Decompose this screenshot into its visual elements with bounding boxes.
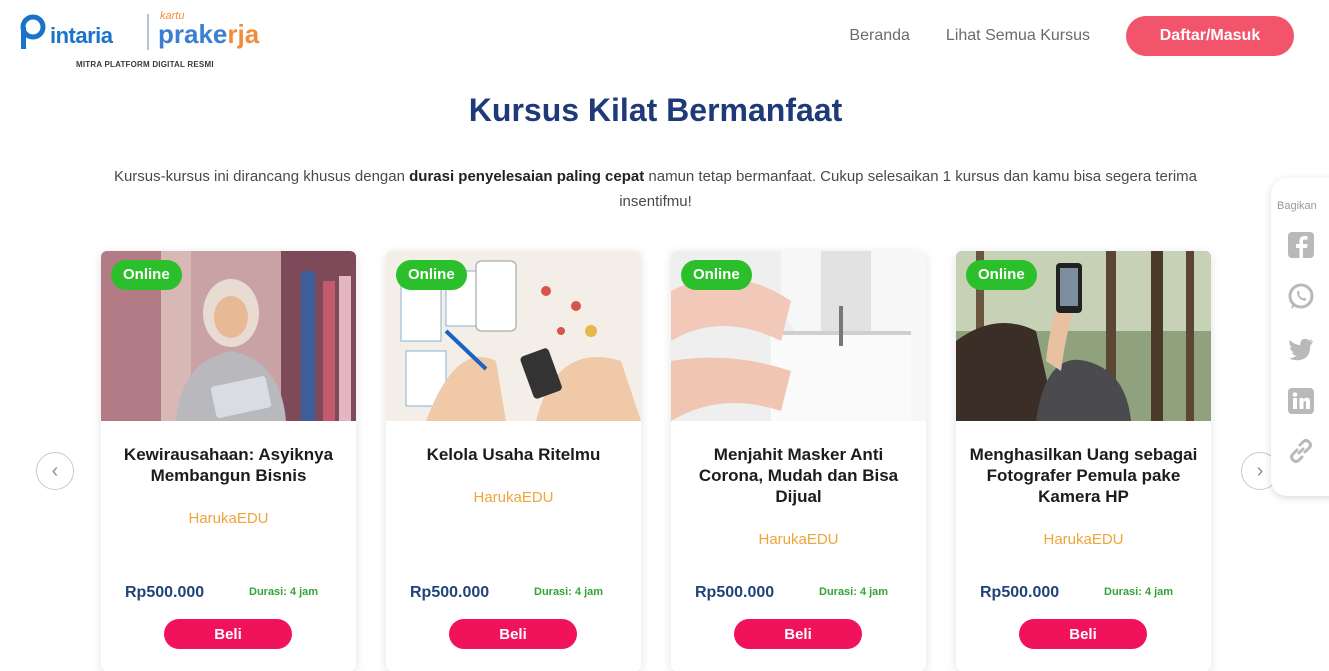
pintaria-logo-mark xyxy=(20,14,46,49)
intro-text-part1: Kursus-kursus ini dirancang khusus denga… xyxy=(113,168,410,185)
intro-text-bold: durasi penyelesaian paling cepat xyxy=(409,168,645,185)
course-image[interactable]: Online xyxy=(101,251,356,421)
logo-tagline: MITRA PLATFORM DIGITAL RESMI xyxy=(76,60,214,69)
course-image[interactable]: Online xyxy=(671,251,926,421)
share-label: Bagikan xyxy=(1277,200,1317,212)
register-login-button[interactable]: Daftar/Masuk xyxy=(1126,16,1294,56)
share-sidebar: Bagikan xyxy=(1271,178,1329,496)
page-title: Kursus Kilat Bermanfaat xyxy=(468,92,843,128)
site-logo[interactable]: intaria kartu prakerja MITRA PLATFORM DI… xyxy=(18,10,288,72)
online-badge: Online xyxy=(396,260,467,290)
main-nav: Beranda Lihat Semua Kursus Daftar/Masuk xyxy=(849,16,1294,56)
buy-button[interactable]: Beli xyxy=(164,619,292,649)
course-card[interactable]: Online Kelola Usaha Ritelmu HarukaEDU Rp… xyxy=(386,251,641,671)
course-provider: HarukaEDU xyxy=(188,510,269,527)
online-badge: Online xyxy=(111,260,182,290)
course-title[interactable]: Kelola Usaha Ritelmu xyxy=(398,444,629,465)
link-icon[interactable] xyxy=(1286,436,1316,466)
logo-divider xyxy=(147,14,149,50)
prakerja-logo: kartu prakerja xyxy=(158,10,260,49)
twitter-icon[interactable] xyxy=(1286,334,1316,364)
course-duration: Durasi: 4 jam xyxy=(1104,586,1174,598)
pintaria-logo-text: intaria xyxy=(50,23,113,48)
course-price: Rp500.000 xyxy=(695,584,775,601)
linkedin-icon[interactable] xyxy=(1286,386,1316,416)
course-provider: HarukaEDU xyxy=(1043,531,1124,548)
course-title[interactable]: Menghasilkan Uang sebagai Fotografer Pem… xyxy=(968,444,1199,507)
buy-button[interactable]: Beli xyxy=(1019,619,1147,649)
pintaria-logo: intaria xyxy=(18,14,113,50)
course-duration: Durasi: 4 jam xyxy=(819,586,889,598)
course-image[interactable]: Online xyxy=(956,251,1211,421)
online-badge: Online xyxy=(966,260,1037,290)
course-price: Rp500.000 xyxy=(125,584,205,601)
course-provider: HarukaEDU xyxy=(758,531,839,548)
intro-text-part2: namun tetap bermanfaat. Cukup selesaikan… xyxy=(619,168,1198,210)
intro-text: Kursus-kursus ini dirancang khusus denga… xyxy=(100,164,1211,214)
course-card[interactable]: Online Menjahit Masker Anti Corona, Muda… xyxy=(671,251,926,671)
course-price: Rp500.000 xyxy=(980,584,1060,601)
site-header: intaria kartu prakerja MITRA PLATFORM DI… xyxy=(0,0,1329,80)
course-title[interactable]: Kewirausahaan: Asyiknya Membangun Bisnis xyxy=(113,444,344,486)
buy-button[interactable]: Beli xyxy=(734,619,862,649)
nav-link-home[interactable]: Beranda xyxy=(849,27,910,45)
prakerja-logo-text: prakerja xyxy=(158,19,260,49)
chevron-right-icon: › xyxy=(1256,459,1264,482)
whatsapp-icon[interactable] xyxy=(1286,282,1316,312)
facebook-icon[interactable] xyxy=(1286,230,1316,260)
nav-link-all-courses[interactable]: Lihat Semua Kursus xyxy=(946,27,1090,45)
course-duration: Durasi: 4 jam xyxy=(534,586,604,598)
online-badge: Online xyxy=(681,260,752,290)
chevron-left-icon: ‹ xyxy=(51,459,59,482)
prakerja-logo-main: prake xyxy=(158,19,228,49)
buy-button[interactable]: Beli xyxy=(449,619,577,649)
course-card[interactable]: Online Kewirausahaan: Asyiknya Membangun… xyxy=(101,251,356,671)
course-provider: HarukaEDU xyxy=(473,489,554,506)
course-image[interactable]: Online xyxy=(386,251,641,421)
course-card[interactable]: Online Menghasilkan Uang sebagai Fotogra… xyxy=(956,251,1211,671)
course-price: Rp500.000 xyxy=(410,584,490,601)
course-duration: Durasi: 4 jam xyxy=(249,586,319,598)
prakerja-logo-accent: rja xyxy=(227,19,260,49)
course-title[interactable]: Menjahit Masker Anti Corona, Mudah dan B… xyxy=(683,444,914,507)
carousel-prev-button[interactable]: ‹ xyxy=(36,452,74,490)
